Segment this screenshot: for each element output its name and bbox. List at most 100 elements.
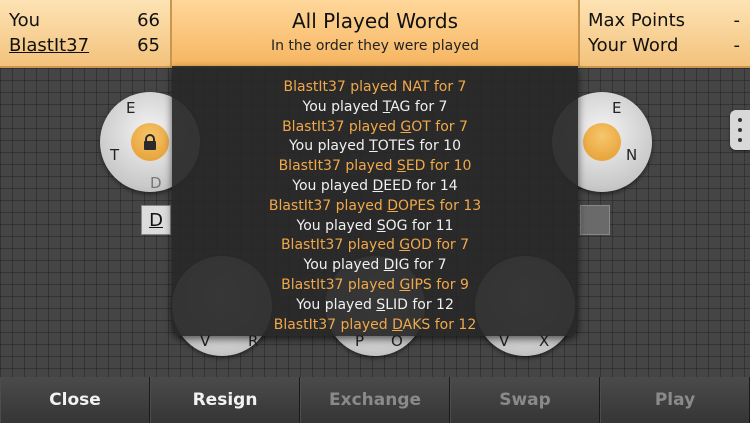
max-points-label: Max Points (588, 10, 686, 31)
word-first-letter: D (387, 197, 398, 214)
move-points: for 11 (407, 217, 454, 234)
played-word-item: BlastIt37 played DAKS for 12 (172, 316, 578, 336)
word-rest: LID (385, 296, 408, 313)
word-rest: OD (410, 237, 432, 254)
played-word-item: BlastIt37 played GOD for 7 (172, 236, 578, 256)
played-word-item: BlastIt37 played SED for 10 (172, 157, 578, 177)
move-prefix: You played (288, 138, 370, 155)
word-first-letter: G (399, 276, 411, 293)
move-prefix: BlastIt37 played (283, 79, 402, 95)
wheel-letter[interactable]: N (626, 146, 637, 164)
page-title: All Played Words (291, 9, 459, 33)
handle-dot (738, 118, 742, 122)
handle-dot (738, 138, 742, 142)
opponent-score-row[interactable]: BlastIt37 65 (9, 35, 160, 59)
move-prefix: BlastIt37 played (278, 158, 397, 175)
your-word-value: - (733, 35, 741, 56)
word-first-letter: S (376, 296, 386, 313)
played-word-item: BlastIt37 played DOPES for 13 (172, 197, 578, 217)
your-word-row: Your Word - (588, 35, 740, 59)
score-panel: You 66 BlastIt37 65 (0, 0, 172, 66)
title-panel: All Played Words In the order they were … (172, 0, 578, 66)
bottom-toolbar: Close Resign Exchange Swap Play (0, 377, 750, 423)
move-points: for 7 (430, 118, 468, 135)
move-prefix: You played (303, 257, 384, 274)
played-word-item: You played DEED for 14 (172, 177, 578, 197)
letter-tile[interactable]: D (141, 205, 171, 235)
opponent-name[interactable]: BlastIt37 (9, 35, 89, 59)
move-prefix: BlastIt37 played (273, 316, 393, 333)
played-words-overlay: BlastIt37 played NAT for 7 You played TAG… (172, 66, 578, 336)
move-prefix: You played (292, 177, 373, 194)
move-prefix: You played (296, 217, 377, 234)
move-points: for 7 (409, 257, 447, 274)
word-first-letter: D (372, 177, 384, 194)
player-score: 66 (137, 10, 160, 31)
word-first-letter: T (369, 138, 378, 155)
word-rest: IPS (410, 276, 432, 293)
word-rest: OTES (377, 138, 416, 155)
move-points: for 10 (415, 138, 461, 155)
played-word-item: You played SLID for 12 (172, 296, 578, 316)
play-button[interactable]: Play (600, 377, 750, 423)
played-word-item: You played DIG for 7 (172, 256, 578, 276)
player-name: You (9, 10, 41, 31)
word-rest: IG (394, 257, 410, 274)
move-points: for 12 (407, 296, 454, 313)
wheel-letter[interactable]: D (150, 174, 162, 192)
exchange-button[interactable]: Exchange (300, 377, 450, 423)
top-header: You 66 BlastIt37 65 All Played Words In … (0, 0, 750, 68)
handle-dot (738, 128, 742, 132)
wheel-letter[interactable]: T (110, 146, 119, 164)
move-points: for 12 (430, 316, 477, 333)
word-rest: AG (390, 98, 411, 115)
word-rest: OT (411, 118, 431, 135)
move-points: for 14 (411, 177, 458, 194)
played-word-item: BlastIt37 played NAT for 7 (172, 78, 578, 98)
move-points: for 7 (410, 98, 448, 115)
player-score-row: You 66 (9, 10, 160, 34)
wheel-hub-locked[interactable] (131, 123, 169, 161)
move-prefix: You played (296, 296, 377, 313)
word-first-letter: D (392, 316, 403, 333)
word-first-letter: G (400, 118, 412, 135)
wheel-hub[interactable] (583, 123, 621, 161)
your-word-label: Your Word (588, 35, 679, 56)
played-word-item: BlastIt37 played GIPS for 9 (172, 276, 578, 296)
empty-tile-slot[interactable] (580, 205, 610, 235)
played-word-item: You played TAG for 7 (172, 98, 578, 118)
wheel-letter[interactable]: E (612, 99, 621, 117)
lock-icon (144, 134, 156, 150)
move-points: for 13 (435, 197, 482, 214)
word-first-letter: G (399, 237, 411, 254)
word-rest: ED (405, 158, 426, 175)
side-menu-handle[interactable] (730, 110, 750, 150)
word-rest: EED (383, 177, 412, 194)
word-rest: OPES (397, 197, 436, 214)
word-rest: NAT (401, 79, 430, 95)
wheel-letter[interactable]: E (126, 99, 135, 117)
played-word-item: BlastIt37 played GOT for 7 (172, 118, 578, 138)
page-subtitle: In the order they were played (270, 38, 480, 54)
swap-button[interactable]: Swap (450, 377, 600, 423)
max-points-value: - (733, 10, 741, 31)
word-first-letter: S (376, 217, 386, 234)
move-points: for 7 (429, 79, 467, 95)
info-panel: Max Points - Your Word - (578, 0, 750, 66)
move-points: for 7 (431, 237, 470, 254)
move-prefix: BlastIt37 played (282, 118, 401, 135)
resign-button[interactable]: Resign (150, 377, 300, 423)
move-prefix: BlastIt37 played (280, 237, 400, 254)
opponent-score: 65 (137, 35, 160, 56)
word-first-letter: S (396, 158, 406, 175)
move-prefix: BlastIt37 played (281, 276, 400, 293)
played-word-item: You played TOTES for 10 (172, 137, 578, 157)
move-prefix: You played (302, 98, 383, 115)
word-first-letter: D (383, 257, 395, 274)
move-points: for 9 (431, 276, 469, 293)
word-rest: AKS (402, 316, 431, 333)
max-points-row: Max Points - (588, 10, 740, 34)
close-button[interactable]: Close (0, 377, 150, 423)
played-word-item: You played SOG for 11 (172, 217, 578, 237)
move-points: for 10 (425, 158, 472, 175)
